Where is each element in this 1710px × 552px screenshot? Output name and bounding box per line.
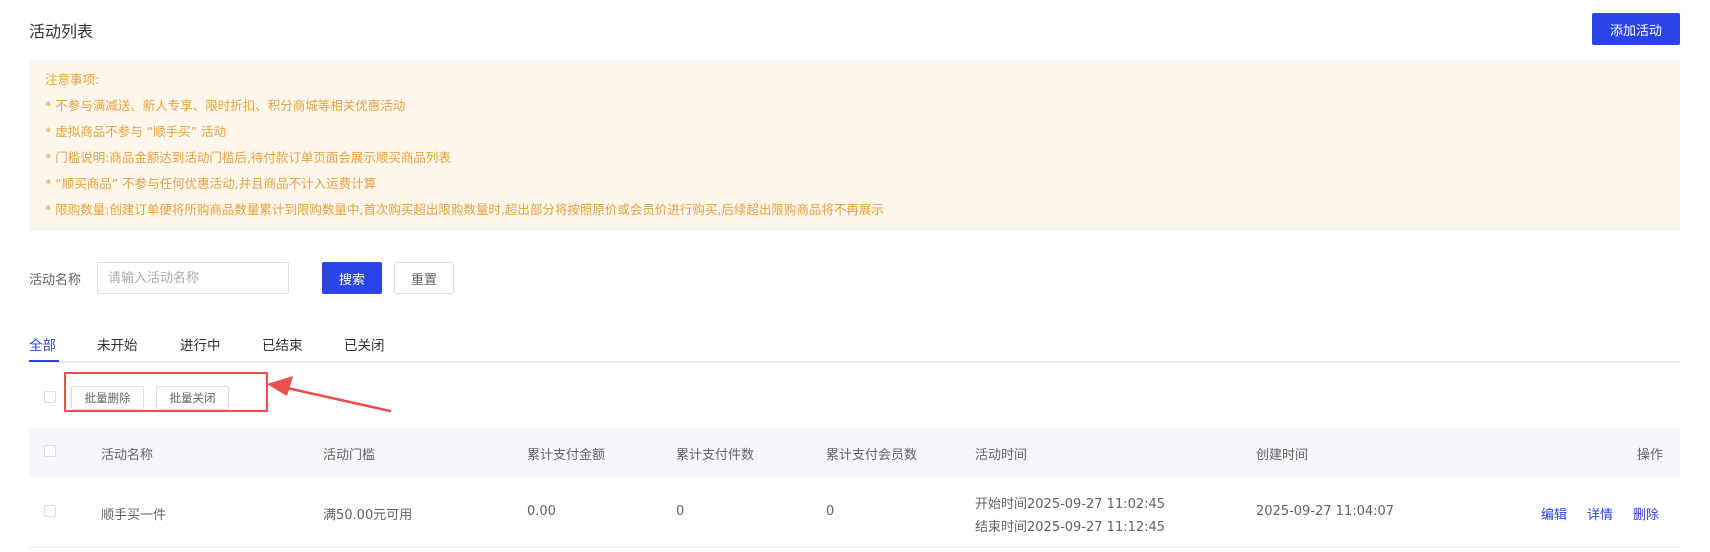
activity-name-cell: 顺手买一件 xyxy=(101,508,167,523)
notice-line: * 限购数量:创建订单便将所购商品数量累计到限购数量中,首次购买超出限购数量时,… xyxy=(45,202,884,217)
created-time-cell: 2025-09-27 11:04:07 xyxy=(1256,504,1395,519)
annotation-arrow-icon xyxy=(267,376,392,413)
activity-name-input[interactable] xyxy=(97,262,289,294)
notice-title: 注意事项: xyxy=(45,72,100,87)
detail-link[interactable]: 详情 xyxy=(1587,504,1613,523)
activity-name-label: 活动名称 xyxy=(29,273,82,288)
column-header: 累计支付金额 xyxy=(527,448,606,463)
tab-not-started[interactable]: 未开始 xyxy=(97,334,138,354)
notice-box: 注意事项: * 不参与满减送、新人专享、限时折扣、积分商城等相关优惠活动 * 虚… xyxy=(29,60,1680,231)
select-all-checkbox[interactable] xyxy=(44,391,56,403)
annotation-highlight-box xyxy=(64,372,268,412)
notice-line: * “顺买商品” 不参与任何优惠活动,并且商品不计入运费计算 xyxy=(45,176,377,191)
column-header: 创建时间 xyxy=(1256,448,1309,463)
tabs-divider xyxy=(29,361,1680,363)
edit-link[interactable]: 编辑 xyxy=(1541,504,1567,523)
add-activity-button[interactable]: 添加活动 xyxy=(1592,13,1680,45)
row-checkbox[interactable] xyxy=(44,505,56,517)
notice-line: * 不参与满减送、新人专享、限时折扣、积分商城等相关优惠活动 xyxy=(45,98,406,113)
tab-all[interactable]: 全部 xyxy=(29,334,56,354)
column-header: 活动门槛 xyxy=(323,448,376,463)
column-header: 累计支付件数 xyxy=(676,448,755,463)
column-header: 操作 xyxy=(1637,448,1664,463)
table-row xyxy=(29,477,1680,548)
tab-in-progress[interactable]: 进行中 xyxy=(180,334,221,354)
reset-button[interactable]: 重置 xyxy=(394,262,454,294)
notice-line: * 门槛说明:商品金额达到活动门槛后,待付款订单页面会展示顺买商品列表 xyxy=(45,150,451,165)
amount-cell: 0.00 xyxy=(527,504,556,519)
column-header: 活动时间 xyxy=(975,448,1028,463)
delete-link[interactable]: 删除 xyxy=(1633,504,1659,523)
header-checkbox[interactable] xyxy=(44,445,56,457)
threshold-cell: 满50.00元可用 xyxy=(323,508,413,523)
end-time-cell: 结束时间2025-09-27 11:12:45 xyxy=(975,520,1166,535)
count-cell: 0 xyxy=(676,504,685,519)
tab-ended[interactable]: 已结束 xyxy=(262,334,303,354)
members-cell: 0 xyxy=(826,504,835,519)
notice-line: * 虚拟商品不参与 “顺手买” 活动 xyxy=(45,124,227,139)
column-header: 累计支付会员数 xyxy=(826,448,918,463)
active-tab-indicator xyxy=(29,360,59,362)
start-time-cell: 开始时间2025-09-27 11:02:45 xyxy=(975,497,1166,512)
page-title: 活动列表 xyxy=(29,22,94,41)
tab-closed[interactable]: 已关闭 xyxy=(344,334,385,354)
search-button[interactable]: 搜索 xyxy=(322,262,382,294)
column-header: 活动名称 xyxy=(101,448,154,463)
